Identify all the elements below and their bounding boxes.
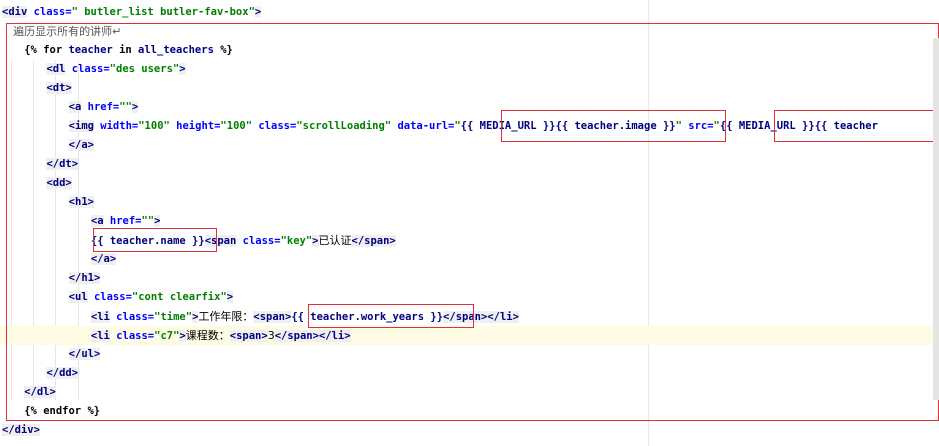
code-token: </span> — [274, 330, 319, 342]
code-token: class= — [236, 235, 281, 247]
code-token: "scrollLoading" — [296, 120, 392, 132]
code-token: </div> — [2, 424, 40, 436]
code-editor[interactable]: <div class=" butler_list butler-fav-box"… — [0, 0, 939, 446]
code-token: class= — [109, 311, 155, 323]
code-token: </h1> — [68, 272, 101, 284]
code-token: href= — [103, 215, 142, 227]
code-token: "" — [141, 215, 155, 227]
code-token: </span> — [443, 311, 488, 323]
code-token: <span> — [253, 311, 292, 323]
code-token: {{ MEDIA_URL }}{{ teacher — [719, 120, 878, 132]
code-token: <a — [90, 215, 104, 227]
code-token: {{ teacher.name }} — [90, 235, 205, 247]
code-token: in — [119, 44, 132, 56]
code-token: for — [43, 44, 63, 56]
code-token: "c7" — [154, 330, 180, 342]
indent-guide-line — [55, 60, 56, 400]
vertical-scrollbar[interactable] — [933, 38, 939, 400]
code-token: "key" — [280, 235, 313, 247]
code-token: 已认证 — [318, 234, 352, 247]
code-token: <span> — [229, 330, 268, 342]
code-token: <img — [68, 120, 94, 132]
code-token: <span — [204, 235, 237, 247]
code-token: data-url= — [391, 120, 455, 132]
code-token: %} — [220, 44, 233, 56]
code-token: href= — [81, 101, 120, 113]
code-token: <dt> — [46, 82, 72, 94]
code-token: {{ teacher.work_years }} — [291, 311, 444, 323]
code-token: <h1> — [68, 196, 94, 208]
code-token: endfor — [43, 405, 82, 417]
code-token: > — [226, 291, 234, 303]
code-token: {% — [24, 44, 44, 56]
indent-guide-line — [33, 60, 34, 400]
code-token: class= — [87, 291, 132, 303]
indent-guide-line — [11, 60, 12, 400]
code-token: class= — [65, 63, 110, 75]
code-token: "des users" — [109, 63, 180, 75]
code-token: " butler_list butler-fav-box" — [71, 6, 255, 18]
code-token: > — [154, 215, 161, 227]
code-token: "time" — [154, 311, 193, 323]
code-token: width= — [93, 120, 139, 132]
code-token: </dd> — [46, 367, 79, 379]
code-token: {{ MEDIA_URL }}{{ teacher.image }} — [460, 120, 676, 132]
code-token: "" — [119, 101, 132, 113]
code-token: </dl> — [24, 386, 56, 398]
code-token: %} — [81, 405, 101, 417]
code-token: teacher — [62, 44, 120, 56]
code-token: 工作年限： — [198, 310, 254, 323]
code-token: </li> — [487, 311, 519, 323]
code-token: 遍历显示所有的讲师 — [13, 25, 113, 38]
code-token: </a> — [90, 253, 117, 265]
code-token: 3 — [267, 329, 275, 342]
code-token: </dt> — [46, 158, 79, 170]
code-token: ↵ — [112, 25, 122, 38]
code-token: src= — [681, 120, 714, 132]
code-token: <div — [2, 6, 28, 18]
code-token: "100" — [138, 120, 170, 132]
code-token: {% — [24, 405, 44, 417]
code-token: height= — [169, 120, 221, 132]
right-margin-guide — [648, 0, 649, 446]
code-token: </ul> — [68, 348, 101, 360]
code-line: <li class="c7">课程数：<span>3</span></li> — [0, 326, 939, 345]
code-token: > — [254, 6, 262, 18]
code-token: <li — [90, 311, 110, 323]
code-token: <a — [68, 101, 82, 113]
code-token: <ul — [68, 291, 88, 303]
code-token: </span> — [351, 235, 396, 247]
code-token: > — [179, 63, 186, 75]
code-token: <li — [90, 330, 110, 342]
code-token: 课程数： — [185, 329, 230, 342]
code-token: > — [131, 101, 139, 113]
code-token: <dd> — [46, 177, 72, 189]
code-token: class= — [109, 330, 155, 342]
code-token: "cont clearfix" — [131, 291, 227, 303]
code-token: </li> — [318, 330, 351, 342]
code-token: </a> — [68, 139, 94, 151]
code-token: class= — [27, 6, 72, 18]
code-token: class= — [252, 120, 297, 132]
code-token: <dl — [46, 63, 66, 75]
code-token: "100" — [220, 120, 253, 132]
code-token: all_teachers — [131, 44, 221, 56]
